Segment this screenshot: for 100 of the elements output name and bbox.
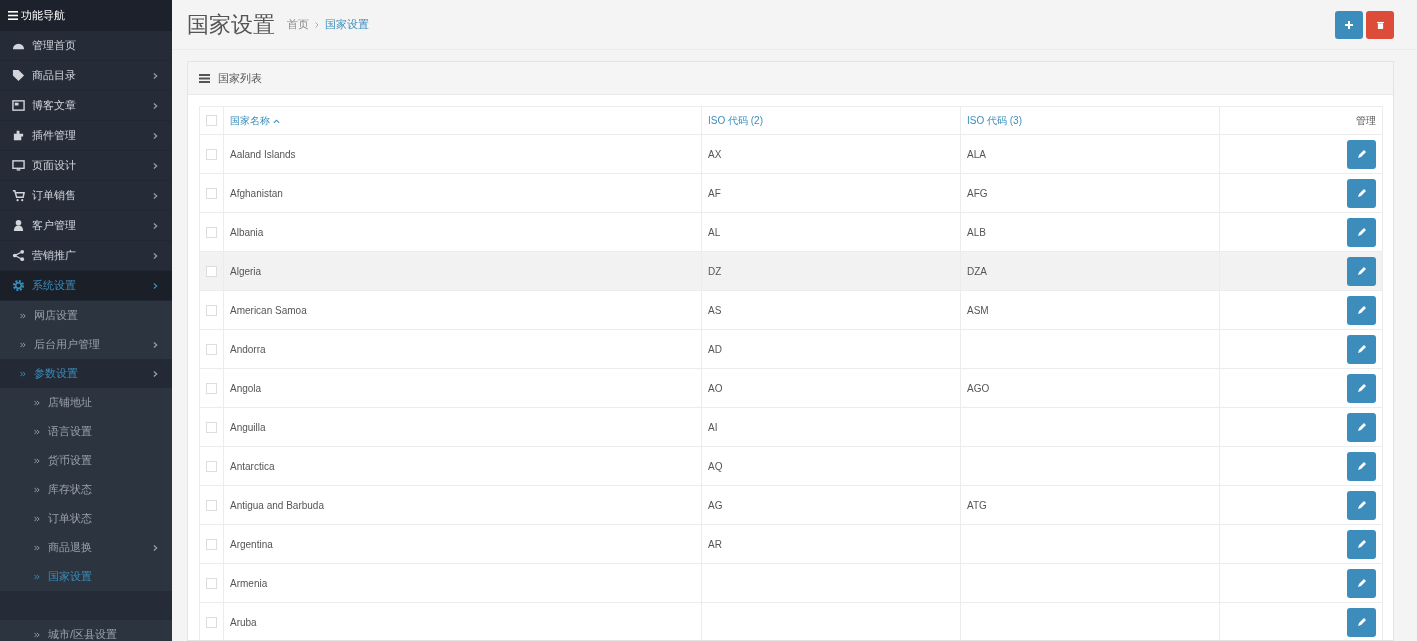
- breadcrumb-link[interactable]: 国家设置: [325, 17, 369, 32]
- edit-button[interactable]: [1347, 529, 1376, 559]
- table-cell: Anguilla: [230, 421, 266, 433]
- edit-button[interactable]: [1347, 607, 1376, 637]
- sidebar-subitem[interactable]: 店铺地址: [0, 388, 172, 417]
- checkbox[interactable]: [206, 343, 217, 355]
- double-chevron-icon: [34, 399, 40, 406]
- edit-button[interactable]: [1347, 412, 1376, 442]
- table-cell: DZA: [967, 265, 987, 277]
- menu-icon[interactable]: [8, 11, 18, 20]
- sidebar-item[interactable]: 博客文章: [0, 91, 172, 121]
- pencil-icon: [1356, 539, 1367, 549]
- sidebar-item[interactable]: 客户管理: [0, 211, 172, 241]
- sidebar-subitem[interactable]: 订单状态: [0, 504, 172, 533]
- share-icon: [12, 249, 25, 262]
- checkbox[interactable]: [206, 499, 217, 511]
- edit-button[interactable]: [1347, 490, 1376, 520]
- cart-icon: [12, 189, 25, 202]
- delete-button[interactable]: [1366, 10, 1394, 39]
- edit-button[interactable]: [1347, 334, 1376, 364]
- pencil-icon: [1356, 188, 1367, 198]
- edit-button[interactable]: [1347, 373, 1376, 403]
- table-cell: AGO: [967, 382, 990, 394]
- column-header[interactable]: 国家名称: [223, 106, 702, 135]
- sort-icon: [273, 118, 280, 124]
- pencil-icon: [1356, 227, 1367, 237]
- table-cell: Antarctica: [230, 460, 275, 472]
- breadcrumb-link[interactable]: 首页: [287, 17, 309, 32]
- chevron-icon: [153, 161, 158, 170]
- sidebar-item[interactable]: 商品目录: [0, 61, 172, 91]
- chevron-icon: [153, 191, 158, 200]
- pencil-icon: [1356, 617, 1367, 627]
- sidebar-item[interactable]: 页面设计: [0, 151, 172, 181]
- table-cell: Afghanistan: [230, 187, 283, 199]
- column-header: 管理: [1219, 106, 1383, 135]
- sidebar-item[interactable]: 订单销售: [0, 181, 172, 211]
- checkbox[interactable]: [206, 460, 217, 472]
- checkbox[interactable]: [206, 538, 217, 550]
- edit-button[interactable]: [1347, 295, 1376, 325]
- double-chevron-icon: [20, 370, 26, 377]
- pencil-icon: [1356, 266, 1367, 276]
- double-chevron-icon: [34, 544, 40, 551]
- table-cell: American Samoa: [230, 304, 307, 316]
- edit-button[interactable]: [1347, 139, 1376, 169]
- chevron-icon: [153, 251, 158, 260]
- sidebar-item[interactable]: 插件管理: [0, 121, 172, 151]
- table-cell: AQ: [708, 460, 723, 472]
- edit-button[interactable]: [1347, 451, 1376, 481]
- add-button[interactable]: [1335, 10, 1363, 39]
- sidebar-subitem[interactable]: 网店设置: [0, 301, 172, 330]
- sidebar-subitem[interactable]: 后台用户管理: [0, 330, 172, 359]
- checkbox[interactable]: [206, 382, 217, 394]
- settings-icon: [12, 279, 25, 292]
- trash-icon: [1376, 20, 1384, 29]
- table-cell: Aruba: [230, 616, 257, 628]
- sidebar-subitem[interactable]: 库存状态: [0, 475, 172, 504]
- table-cell: AR: [708, 538, 722, 550]
- tag-icon: [12, 69, 25, 82]
- chevron-icon: [315, 21, 319, 28]
- sidebar-subitem[interactable]: 国家设置: [0, 562, 172, 591]
- checkbox[interactable]: [206, 226, 217, 238]
- sidebar-subitem[interactable]: 商品退换: [0, 533, 172, 562]
- checkbox[interactable]: [206, 265, 217, 277]
- checkbox[interactable]: [206, 421, 217, 433]
- table-cell: AF: [708, 187, 721, 199]
- sidebar-subitem[interactable]: 语言设置: [0, 417, 172, 446]
- chevron-icon: [153, 71, 158, 80]
- checkbox[interactable]: [206, 304, 217, 316]
- table-cell: DZ: [708, 265, 722, 277]
- column-header[interactable]: ISO 代码 (2): [701, 106, 961, 135]
- pencil-icon: [1356, 422, 1367, 432]
- sidebar-subitem[interactable]: 城市/区县设置: [0, 620, 172, 641]
- pencil-icon: [1356, 383, 1367, 393]
- sidebar-subitem[interactable]: 货币设置: [0, 446, 172, 475]
- edit-button[interactable]: [1347, 178, 1376, 208]
- edit-button[interactable]: [1347, 568, 1376, 598]
- checkbox[interactable]: [206, 616, 217, 628]
- sidebar-item[interactable]: 系统设置: [0, 271, 172, 301]
- checkbox[interactable]: [206, 148, 217, 160]
- double-chevron-icon: [34, 486, 40, 493]
- double-chevron-icon: [34, 428, 40, 435]
- double-chevron-icon: [34, 573, 40, 580]
- pencil-icon: [1356, 149, 1367, 159]
- sidebar-item[interactable]: 管理首页: [0, 31, 172, 61]
- column-header[interactable]: ISO 代码 (3): [960, 106, 1220, 135]
- table-cell: ATG: [967, 499, 987, 511]
- table-cell: Aaland Islands: [230, 148, 296, 160]
- edit-button[interactable]: [1347, 256, 1376, 286]
- double-chevron-icon: [34, 457, 40, 464]
- checkbox[interactable]: [206, 115, 217, 127]
- chevron-icon: [153, 101, 158, 110]
- chevron-icon: [153, 543, 158, 552]
- edit-button[interactable]: [1347, 217, 1376, 247]
- table-cell: AI: [708, 421, 718, 433]
- newspaper-icon: [12, 99, 25, 112]
- pencil-icon: [1356, 305, 1367, 315]
- plus-icon: [1345, 20, 1353, 29]
- pencil-icon: [1356, 500, 1367, 510]
- checkbox[interactable]: [206, 187, 217, 199]
- checkbox[interactable]: [206, 577, 217, 589]
